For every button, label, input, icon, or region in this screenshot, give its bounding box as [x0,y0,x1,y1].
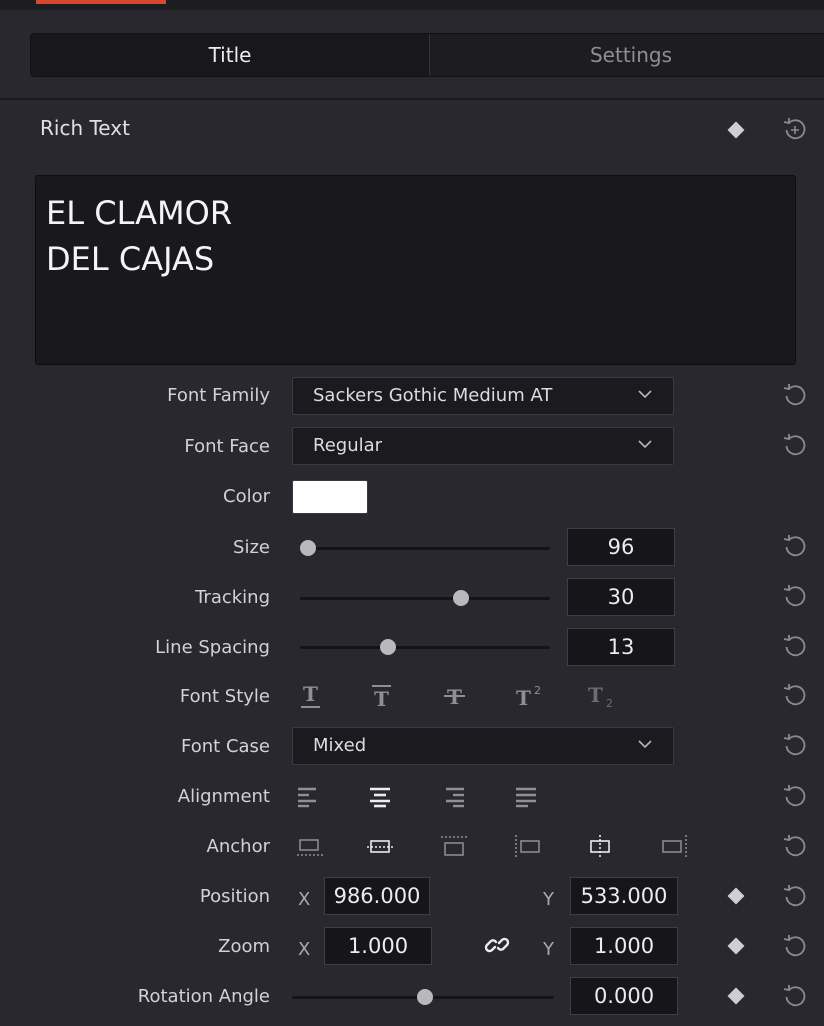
anchor-top-icon[interactable] [440,834,470,860]
keyframe-diamond-icon[interactable] [727,987,745,1005]
line-spacing-slider-handle[interactable] [380,639,396,655]
line-spacing-input[interactable]: 13 [567,628,675,666]
position-x-label: X [298,889,311,910]
reset-icon[interactable] [782,683,808,709]
anchor-bottom-icon[interactable] [296,834,326,860]
reset-icon[interactable] [782,584,808,610]
svg-text:T: T [303,682,318,706]
font-family-label: Font Family [167,385,270,406]
rotation-angle-input[interactable]: 0.000 [570,977,678,1015]
tracking-slider-handle[interactable] [453,590,469,606]
svg-text:T: T [374,687,389,710]
reset-icon[interactable] [782,934,808,960]
zoom-y-label: Y [543,939,554,960]
tab-settings[interactable]: Settings [429,34,824,76]
subscript-icon[interactable]: T 2 [586,682,620,710]
size-input[interactable]: 96 [567,528,675,566]
reset-icon[interactable] [782,383,808,409]
anchor-center-icon[interactable] [586,834,616,860]
reset-add-icon[interactable] [782,117,808,143]
font-case-value: Mixed [313,735,367,756]
reset-icon[interactable] [782,784,808,810]
size-slider-track[interactable] [300,547,550,550]
position-label: Position [199,886,270,907]
font-style-label: Font Style [179,686,270,707]
font-case-label: Font Case [181,736,270,757]
size-label: Size [233,537,270,558]
svg-text:2: 2 [534,684,541,697]
inspector-tabs: Title Settings [30,33,824,77]
superscript-icon[interactable]: T 2 [514,682,548,710]
zoom-y-input[interactable]: 1.000 [570,927,678,965]
size-slider-handle[interactable] [300,540,316,556]
font-family-value: Sackers Gothic Medium AT [313,385,553,406]
anchor-left-icon[interactable] [512,834,542,860]
rich-text-editor[interactable]: EL CLAMOR DEL CAJAS [35,175,796,365]
keyframe-diamond-icon[interactable] [727,937,745,955]
keyframe-diamond-icon[interactable] [727,887,745,905]
overline-icon[interactable]: T [370,682,398,710]
font-case-dropdown[interactable]: Mixed [292,727,674,765]
anchor-right-icon[interactable] [660,834,690,860]
underline-icon[interactable]: T [300,682,328,710]
chevron-down-icon [638,390,652,399]
zoom-x-input[interactable]: 1.000 [324,927,432,965]
align-justify-icon[interactable] [514,786,538,808]
chevron-down-icon [638,440,652,449]
svg-text:T: T [516,686,531,710]
font-face-value: Regular [313,435,383,456]
position-y-label: Y [543,889,554,910]
align-left-icon[interactable] [296,786,320,808]
tracking-label: Tracking [195,587,270,608]
anchor-middle-icon[interactable] [366,834,396,860]
svg-text:T: T [588,683,603,707]
reset-icon[interactable] [782,834,808,860]
keyframe-diamond-icon[interactable] [727,121,745,139]
color-label: Color [223,486,270,507]
font-face-label: Font Face [184,436,270,457]
zoom-x-label: X [298,939,311,960]
align-center-icon[interactable] [368,786,392,808]
svg-text:2: 2 [606,697,613,710]
link-icon[interactable] [484,932,510,958]
font-face-dropdown[interactable]: Regular [292,427,674,465]
line-spacing-slider-track[interactable] [300,646,550,649]
tracking-input[interactable]: 30 [567,578,675,616]
reset-icon[interactable] [782,733,808,759]
zoom-label: Zoom [218,936,270,957]
line-spacing-label: Line Spacing [155,637,270,658]
alignment-label: Alignment [177,786,270,807]
reset-icon[interactable] [782,984,808,1010]
rotation-slider-handle[interactable] [417,989,433,1005]
tab-title[interactable]: Title [31,34,429,76]
strikethrough-icon[interactable]: T [443,682,471,710]
active-page-indicator [36,0,166,4]
top-strip [0,0,824,10]
align-right-icon[interactable] [442,786,466,808]
position-y-input[interactable]: 533.000 [570,877,678,915]
chevron-down-icon [638,740,652,749]
reset-icon[interactable] [782,884,808,910]
reset-icon[interactable] [782,433,808,459]
font-family-dropdown[interactable]: Sackers Gothic Medium AT [292,377,674,415]
reset-icon[interactable] [782,534,808,560]
rotation-angle-label: Rotation Angle [137,986,270,1007]
color-swatch[interactable] [292,480,368,514]
tracking-slider-track[interactable] [300,597,550,600]
reset-icon[interactable] [782,634,808,660]
divider [0,98,824,100]
rich-text-heading: Rich Text [40,116,130,140]
position-x-input[interactable]: 986.000 [324,877,430,915]
anchor-label: Anchor [206,836,270,857]
